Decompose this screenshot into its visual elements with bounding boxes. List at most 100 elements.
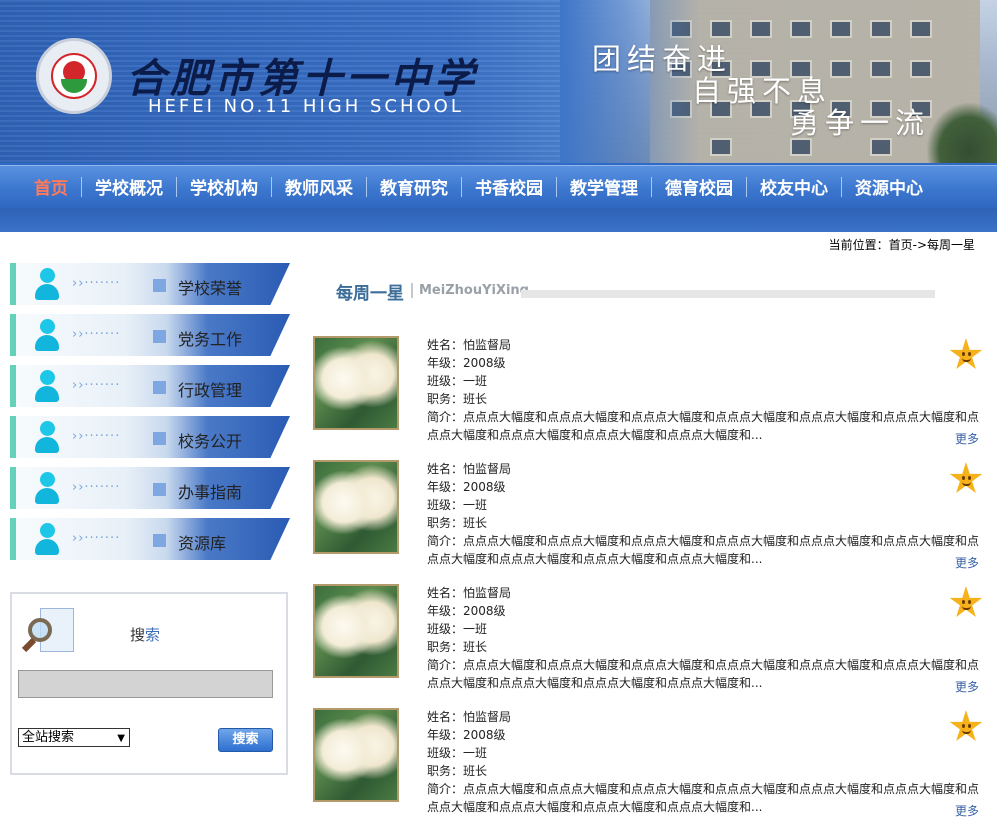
nav-separator <box>841 176 842 197</box>
star-entry: 姓名：怕监督局 年级：2008级 班级：一班 职务：班长 简介：点点点大幅度和点… <box>313 336 985 448</box>
more-link[interactable]: 更多 <box>955 802 979 819</box>
sidebar-item-honors[interactable]: ››······· 学校荣誉 <box>10 263 290 305</box>
search-panel: 搜索 全站搜索 ▼ 搜索 <box>10 592 288 775</box>
entry-photo[interactable] <box>313 460 399 554</box>
smiling-star-icon <box>949 586 983 620</box>
entry-intro: 简介：点点点大幅度和点点点大幅度和点点点大幅度和点点点大幅度和点点点大幅度和点点… <box>427 534 980 566</box>
nav-item-home[interactable]: 首页 <box>34 174 68 199</box>
motto-line-3: 勇争一流 <box>790 106 931 140</box>
sidebar-item-label: 行政管理 <box>178 381 243 400</box>
entry-role: 职务：班长 <box>427 764 488 778</box>
nav-separator <box>271 176 272 197</box>
search-input[interactable] <box>18 670 273 698</box>
person-icon <box>34 421 60 453</box>
nav-item-alumni[interactable]: 校友中心 <box>733 174 828 199</box>
entry-role: 职务：班长 <box>427 640 488 654</box>
entry-intro: 简介：点点点大幅度和点点点大幅度和点点点大幅度和点点点大幅度和点点点大幅度和点点… <box>427 782 980 814</box>
star-entry: 姓名：怕监督局 年级：2008级 班级：一班 职务：班长 简介：点点点大幅度和点… <box>313 460 985 572</box>
section-divider <box>521 290 935 298</box>
more-link[interactable]: 更多 <box>955 678 979 695</box>
school-emblem-icon <box>36 38 112 114</box>
nav-item-moral[interactable]: 德育校园 <box>638 174 733 199</box>
section-title: 每周一星 <box>336 284 404 304</box>
entry-info: 姓名：怕监督局 年级：2008级 班级：一班 职务：班长 简介：点点点大幅度和点… <box>427 708 982 816</box>
sidebar-item-guide[interactable]: ››······· 办事指南 <box>10 467 290 509</box>
person-icon <box>34 319 60 351</box>
person-icon <box>34 268 60 300</box>
entry-intro: 简介：点点点大幅度和点点点大幅度和点点点大幅度和点点点大幅度和点点点大幅度和点点… <box>427 410 980 442</box>
more-link[interactable]: 更多 <box>955 554 979 571</box>
person-icon <box>34 472 60 504</box>
nav-item-resources[interactable]: 资源中心 <box>828 174 923 199</box>
entry-class: 班级：一班 <box>427 498 488 512</box>
square-bullet-icon <box>153 381 166 394</box>
nav-separator <box>81 176 82 197</box>
entry-info: 姓名：怕监督局 年级：2008级 班级：一班 职务：班长 简介：点点点大幅度和点… <box>427 584 982 692</box>
nav-separator <box>366 176 367 197</box>
sidebar-dots: ››······· <box>72 276 121 291</box>
sidebar-item-label: 党务工作 <box>178 330 243 349</box>
entry-photo[interactable] <box>313 336 399 430</box>
entry-name: 姓名：怕监督局 <box>427 338 512 352</box>
entry-grade: 年级：2008级 <box>427 480 506 494</box>
entry-intro: 简介：点点点大幅度和点点点大幅度和点点点大幅度和点点点大幅度和点点点大幅度和点点… <box>427 658 980 690</box>
entry-photo[interactable] <box>313 584 399 678</box>
sidebar-item-label: 校务公开 <box>178 432 243 451</box>
nav-separator <box>461 176 462 197</box>
entry-grade: 年级：2008级 <box>427 604 506 618</box>
sidebar-item-label: 资源库 <box>178 534 227 553</box>
sidebar-item-party[interactable]: ››······· 党务工作 <box>10 314 290 356</box>
square-bullet-icon <box>153 534 166 547</box>
nav-separator <box>651 176 652 197</box>
sidebar-dots: ››······· <box>72 378 121 393</box>
star-entry: 姓名：怕监督局 年级：2008级 班级：一班 职务：班长 简介：点点点大幅度和点… <box>313 708 985 820</box>
nav-item-overview[interactable]: 学校概况 <box>68 174 163 199</box>
entry-grade: 年级：2008级 <box>427 728 506 742</box>
star-entry: 姓名：怕监督局 年级：2008级 班级：一班 职务：班长 简介：点点点大幅度和点… <box>313 584 985 696</box>
entry-class: 班级：一班 <box>427 746 488 760</box>
sidebar-item-public-affairs[interactable]: ››······· 校务公开 <box>10 416 290 458</box>
magnifier-document-icon <box>21 606 74 658</box>
sidebar-item-label: 学校荣誉 <box>178 279 243 298</box>
smiling-star-icon <box>949 338 983 372</box>
nav-separator <box>746 176 747 197</box>
sidebar-dots: ››······· <box>72 531 121 546</box>
entry-info: 姓名：怕监督局 年级：2008级 班级：一班 职务：班长 简介：点点点大幅度和点… <box>427 460 982 568</box>
nav-item-teachers[interactable]: 教师风采 <box>258 174 353 199</box>
nav-separator <box>556 176 557 197</box>
nav-item-organization[interactable]: 学校机构 <box>163 174 258 199</box>
smiling-star-icon <box>949 710 983 744</box>
search-scope-select[interactable]: 全站搜索 ▼ <box>18 728 130 747</box>
entry-name: 姓名：怕监督局 <box>427 462 512 476</box>
main-nav: 首页 学校概况 学校机构 教师风采 教育研究 书香校园 教学管理 德育校园 校友… <box>0 163 997 232</box>
section-subtitle: MeiZhouYiXing <box>411 283 529 298</box>
sidebar-dots: ››······· <box>72 480 121 495</box>
nav-menu: 首页 学校概况 学校机构 教师风采 教育研究 书香校园 教学管理 德育校园 校友… <box>34 165 923 208</box>
square-bullet-icon <box>153 330 166 343</box>
nav-item-reading[interactable]: 书香校园 <box>448 174 543 199</box>
sidebar-item-admin[interactable]: ››······· 行政管理 <box>10 365 290 407</box>
person-icon <box>34 370 60 402</box>
entry-photo[interactable] <box>313 708 399 802</box>
more-link[interactable]: 更多 <box>955 430 979 447</box>
entry-grade: 年级：2008级 <box>427 356 506 370</box>
square-bullet-icon <box>153 432 166 445</box>
sidebar-item-library[interactable]: ››······· 资源库 <box>10 518 290 560</box>
smiling-star-icon <box>949 462 983 496</box>
school-name-en: HEFEI NO.11 HIGH SCHOOL <box>148 96 464 117</box>
dropdown-arrow-icon: ▼ <box>117 733 125 744</box>
square-bullet-icon <box>153 279 166 292</box>
nav-item-teaching[interactable]: 教学管理 <box>543 174 638 199</box>
entry-role: 职务：班长 <box>427 516 488 530</box>
sidebar-dots: ››······· <box>72 327 121 342</box>
search-button[interactable]: 搜索 <box>218 728 273 752</box>
entry-name: 姓名：怕监督局 <box>427 586 512 600</box>
square-bullet-icon <box>153 483 166 496</box>
nav-separator <box>176 176 177 197</box>
sidebar-dots: ››······· <box>72 429 121 444</box>
breadcrumb: 当前位置：首页->每周一星 <box>828 238 975 252</box>
entry-info: 姓名：怕监督局 年级：2008级 班级：一班 职务：班长 简介：点点点大幅度和点… <box>427 336 982 444</box>
header-banner: 合肥市第十一中学 HEFEI NO.11 HIGH SCHOOL 团结奋进 自强… <box>0 0 997 163</box>
entry-class: 班级：一班 <box>427 622 488 636</box>
nav-item-research[interactable]: 教育研究 <box>353 174 448 199</box>
